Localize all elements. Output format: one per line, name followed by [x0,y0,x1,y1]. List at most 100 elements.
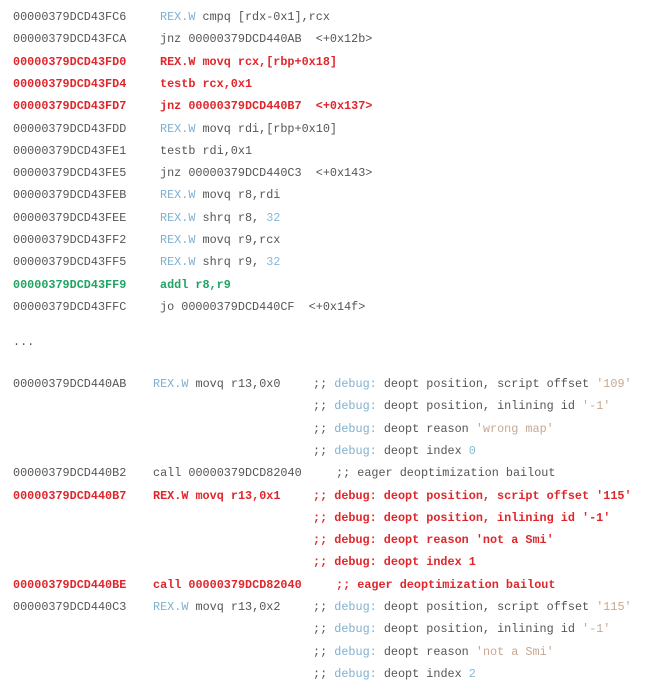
code-token: deopt reason [376,644,476,659]
code-token: shrq r8, [195,210,267,225]
code-token: ;; debug: deopt reason 'not a Smi' [313,533,554,548]
comment: ;; debug: deopt reason 'not a Smi' [313,530,554,550]
code-token: ;; debug: deopt index 1 [313,555,476,570]
keyword-token: debug: [334,443,377,458]
address: 00000379DCD43FCA [13,32,127,47]
code-token: deopt position, script offset [376,377,597,391]
keyword-token: REX.W [160,121,196,136]
address: 00000379DCD43FE1 [13,143,127,158]
code-token: deopt index [376,666,469,681]
code-token: cmpq [rdx-0x1],rcx [195,10,330,24]
code-token: ;; eager deoptimization bailout [336,466,556,481]
address: 00000379DCD43FD0 [13,54,127,69]
code-token: jnz 00000379DCD440C3 <+0x143> [160,166,373,181]
string-token: '-1' [582,399,611,414]
comment: ;; debug: deopt reason 'not a Smi' [313,642,554,662]
address: 00000379DCD43FE5 [13,166,127,181]
keyword-token: debug: [334,666,377,681]
instruction: jo 00000379DCD440CF <+0x14f> [160,297,365,317]
keyword-token: REX.W [160,188,196,203]
code-token: jo 00000379DCD440CF <+0x14f> [160,299,366,314]
keyword-token: REX.W [160,10,196,24]
keyword-token: REX.W [153,377,189,391]
code-token: call 00000379DCD82040 [153,466,302,481]
string-token: '109' [596,377,632,391]
code-token: ;; [313,377,335,391]
instruction: REX.W cmpq [rdx-0x1],rcx [160,7,330,27]
comment: ;; debug: deopt position, script offset … [313,486,632,506]
address: 00000379DCD43FFC [13,299,127,314]
ellipsis: ... [13,335,35,349]
address: 00000379DCD43FF9 [13,277,127,292]
keyword-token: debug: [334,377,377,391]
keyword-token: REX.W [160,255,196,270]
code-token: REX.W movq rcx,[rbp+0x18] [160,54,337,69]
address: 00000379DCD440BE [13,577,127,592]
comment: ;; debug: deopt position, inlining id '-… [313,396,610,416]
address: 00000379DCD43FF2 [13,233,127,247]
code-token: movq r13,0x0 [188,377,281,391]
string-token: 'wrong map' [475,421,554,436]
code-token: ;; [313,421,335,436]
instruction: testb rdi,0x1 [160,141,252,161]
keyword-token: debug: [334,421,377,436]
address: 00000379DCD440C3 [13,600,127,614]
address: 00000379DCD440AB [13,377,127,391]
comment: ;; eager deoptimization bailout [336,575,555,595]
code-token: testb rcx,0x1 [160,76,253,91]
string-token: '-1' [582,622,611,637]
code-token: deopt position, inlining id [376,399,583,414]
keyword-token: REX.W [153,600,189,614]
comment: ;; debug: deopt index 2 [313,664,476,684]
string-token: 'not a Smi' [475,644,554,659]
keyword-token: debug: [334,600,377,614]
string-token: '115' [596,600,632,614]
number-token: 32 [266,255,281,270]
address: 00000379DCD440B7 [13,488,127,503]
instruction: REX.W movq r8,rdi [160,185,280,205]
instruction: jnz 00000379DCD440AB <+0x12b> [160,29,372,49]
code-token: testb rdi,0x1 [160,143,253,158]
number-token: 0 [468,443,476,458]
code-token: ;; [313,666,335,681]
code-token: deopt position, inlining id [376,622,583,637]
instruction: REX.W movq r9,rcx [160,230,280,250]
address: 00000379DCD43FF5 [13,255,127,270]
keyword-token: debug: [334,622,377,637]
code-token: ;; [313,600,335,614]
keyword-token: REX.W [160,233,196,247]
instruction: jnz 00000379DCD440B7 <+0x137> [160,96,372,116]
address: 00000379DCD43FC6 [13,10,127,24]
address: 00000379DCD440B2 [13,466,127,481]
comment: ;; debug: deopt position, script offset … [313,597,632,617]
comment: ;; debug: deopt position, inlining id '-… [313,508,610,528]
address: 00000379DCD43FD7 [13,99,127,114]
address: 00000379DCD43FDD [13,121,127,136]
instruction: REX.W movq r13,0x1 [153,486,280,506]
code-token: movq rdi,[rbp+0x10] [195,121,337,136]
instruction: REX.W movq rdi,[rbp+0x10] [160,119,337,139]
code-token: movq r8,rdi [195,188,281,203]
code-token: ;; [313,622,335,637]
instruction: call 00000379DCD82040 [153,463,302,483]
code-token: ;; [313,443,335,458]
code-token: ;; debug: deopt position, inlining id '-… [313,510,611,525]
code-token: jnz 00000379DCD440AB <+0x12b> [160,32,373,47]
code-token: movq r9,rcx [195,233,281,247]
code-token: ;; [313,644,335,659]
instruction: REX.W movq r13,0x0 [153,374,280,394]
address: 00000379DCD43FD4 [13,76,127,91]
comment: ;; debug: deopt index 0 [313,441,476,461]
code-token: deopt position, script offset [376,600,597,614]
instruction: jnz 00000379DCD440C3 <+0x143> [160,163,372,183]
instruction: addl r8,r9 [160,275,231,295]
comment: ;; debug: deopt index 1 [313,552,476,572]
code-token: jnz 00000379DCD440B7 <+0x137> [160,99,373,114]
code-token: ;; eager deoptimization bailout [336,577,556,592]
code-token: shrq r9, [195,255,267,270]
address: 00000379DCD43FEE [13,210,127,225]
code-token: deopt index [376,443,469,458]
number-token: 2 [468,666,476,681]
code-token: deopt reason [376,421,476,436]
instruction: REX.W shrq r8, 32 [160,208,280,228]
